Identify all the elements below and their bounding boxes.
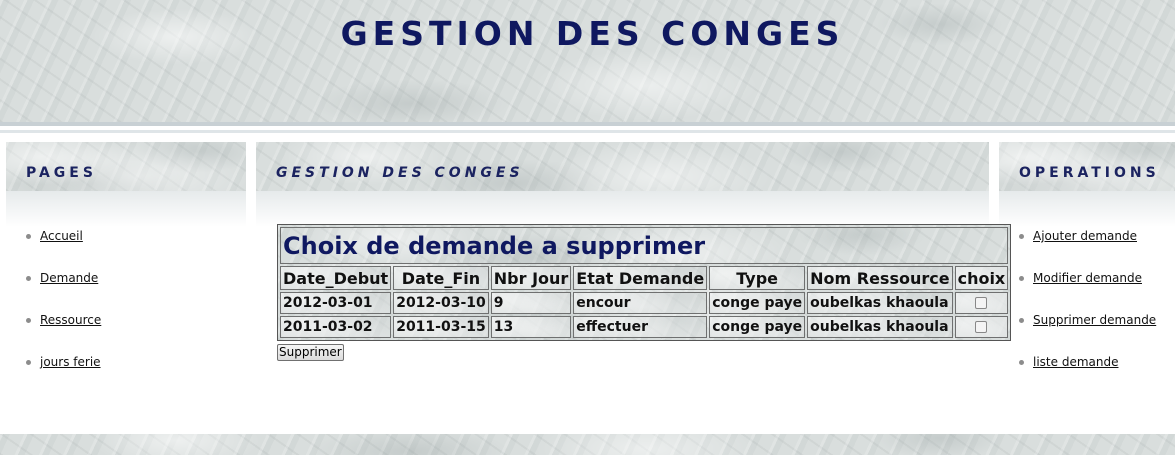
header-banner: GESTION DES CONGES (0, 0, 1175, 122)
choix-checkbox[interactable] (975, 297, 988, 309)
pages-heading: PAGES (26, 165, 97, 181)
col-choix: choix (954, 266, 1009, 290)
table-caption-row: Choix de demande a supprimer (280, 227, 1009, 264)
cell-choix (954, 316, 1009, 338)
nav-link-demande[interactable]: Demande (40, 271, 98, 285)
bullet-icon (26, 234, 31, 239)
cell-etat: effectuer (573, 316, 708, 338)
cell-date-fin: 2012-03-10 (393, 292, 489, 314)
op-link-ajouter-demande[interactable]: Ajouter demande (1033, 229, 1137, 243)
site-title: GESTION DES CONGES (340, 14, 845, 53)
cell-ressource: oubelkas khaoula (807, 292, 953, 314)
col-nom-ressource: Nom Ressource (807, 266, 953, 290)
op-link-modifier-demande[interactable]: Modifier demande (1033, 271, 1142, 285)
bullet-icon (26, 276, 31, 281)
cell-date-fin: 2011-03-15 (393, 316, 489, 338)
table-row: 2012-03-01 2012-03-10 9 encour conge pay… (280, 292, 1009, 314)
main-heading: GESTION DES CONGES (276, 165, 524, 181)
nav-link-jours-ferie[interactable]: jours ferie (40, 355, 101, 369)
demandes-table: Choix de demande a supprimer Date_Debut … (277, 224, 1012, 341)
supprimer-button[interactable]: Supprimer (277, 344, 344, 361)
header-divider-bottom (0, 130, 1175, 133)
bullet-icon (1019, 318, 1024, 323)
col-date-fin: Date_Fin (393, 266, 489, 290)
table-header-row: Date_Debut Date_Fin Nbr Jour Etat Demand… (280, 266, 1009, 290)
nav-link-ressource[interactable]: Ressource (40, 313, 101, 327)
cell-date-debut: 2012-03-01 (280, 292, 392, 314)
table-caption: Choix de demande a supprimer (280, 227, 1009, 264)
cell-nbr-jour: 9 (490, 292, 572, 314)
col-date-debut: Date_Debut (280, 266, 392, 290)
nav-link-accueil[interactable]: Accueil (40, 229, 83, 243)
operations-heading: OPERATIONS (1019, 165, 1160, 181)
bullet-icon (26, 360, 31, 365)
table-row: 2011-03-02 2011-03-15 13 effectuer conge… (280, 316, 1009, 338)
cell-choix (954, 292, 1009, 314)
op-link-supprimer-demande[interactable]: Supprimer demande (1033, 313, 1156, 327)
panel-fade (6, 191, 246, 227)
pages-panel-header: PAGES (6, 142, 246, 191)
op-link-liste-demande[interactable]: liste demande (1033, 355, 1118, 369)
panel-fade (999, 191, 1175, 227)
bullet-icon (1019, 360, 1024, 365)
cell-type: conge paye (709, 292, 806, 314)
choix-checkbox[interactable] (975, 321, 988, 333)
main-panel-header: GESTION DES CONGES (256, 142, 989, 191)
bullet-icon (1019, 234, 1024, 239)
bullet-icon (1019, 276, 1024, 281)
operations-panel: OPERATIONS Ajouter demande Modifier dema… (999, 142, 1175, 422)
cell-type: conge paye (709, 316, 806, 338)
footer-banner (0, 434, 1175, 455)
operations-panel-header: OPERATIONS (999, 142, 1175, 191)
col-type: Type (709, 266, 806, 290)
cell-nbr-jour: 13 (490, 316, 572, 338)
panel-fade (256, 191, 989, 227)
col-etat-demande: Etat Demande (573, 266, 708, 290)
cell-etat: encour (573, 292, 708, 314)
bullet-icon (26, 318, 31, 323)
cell-ressource: oubelkas khaoula (807, 316, 953, 338)
cell-date-debut: 2011-03-02 (280, 316, 392, 338)
pages-panel: PAGES Accueil Demande Ressource jours fe… (6, 142, 246, 422)
col-nbr-jour: Nbr Jour (490, 266, 572, 290)
